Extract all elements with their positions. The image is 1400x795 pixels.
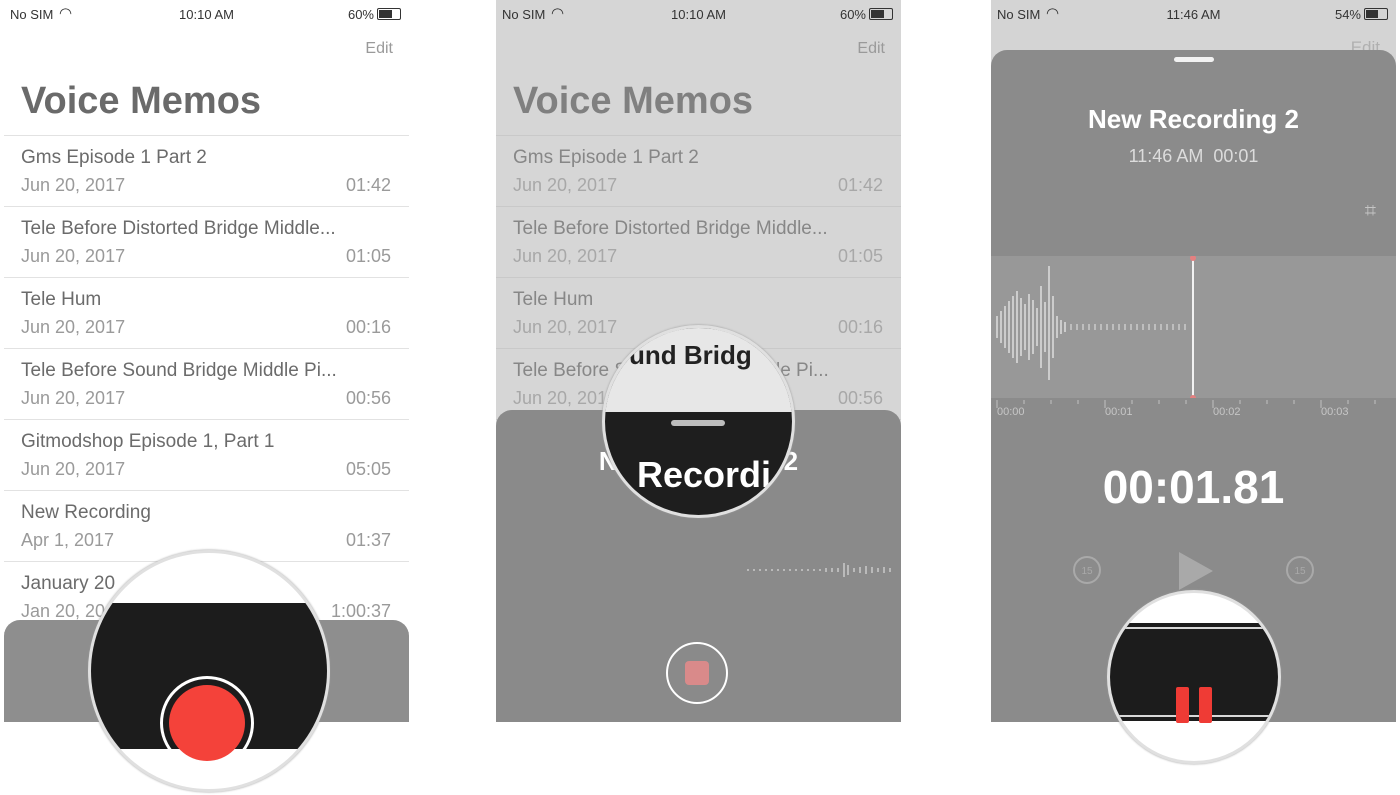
recording-duration: 01:37	[345, 530, 391, 550]
recording-date: Jun 20, 2017	[21, 246, 126, 266]
stop-icon	[685, 661, 709, 685]
playhead-top-handle	[1190, 255, 1196, 261]
recording-name: Gms Episode 1 Part 2	[21, 147, 207, 168]
recording-date: Jun 20, 2017	[21, 459, 126, 479]
magnified-list-text: und Bridg	[629, 340, 752, 370]
recording-duration: 00:56	[837, 388, 883, 408]
playhead-bottom-handle	[1190, 395, 1196, 401]
magnifier-band	[91, 603, 327, 770]
record-icon	[169, 685, 245, 761]
recording-duration: 05:05	[345, 459, 391, 479]
recording-elapsed: 00:01	[1213, 146, 1259, 166]
recording-duration: 00:16	[837, 317, 883, 337]
tick-label: 00:02	[1213, 406, 1241, 418]
recording-duration: 00:56	[345, 388, 391, 408]
waveform	[996, 255, 1196, 401]
magnifier-pause-button	[1107, 590, 1281, 764]
recording-timer: 00:01.81	[1102, 461, 1285, 513]
recording-date: Jun 20, 2017	[513, 246, 618, 266]
magnifier-recording-sheet: und Bridg Recordi 2	[602, 325, 795, 518]
recording-start-time: 11:46 AM	[1128, 146, 1204, 166]
recording-name: Tele Before Distorted Bridge Middle...	[21, 218, 336, 239]
page-title: Voice Memos	[21, 80, 262, 122]
recording-duration: 01:42	[345, 175, 391, 195]
live-waveform	[747, 563, 891, 577]
recording-duration: 01:05	[345, 246, 391, 266]
recording-name: Tele Before Distorted Bridge Middle...	[513, 218, 828, 239]
pause-button[interactable]	[1176, 687, 1212, 723]
battery-icon	[377, 8, 401, 20]
battery-percent: 60%	[839, 7, 866, 22]
edit-button[interactable]: Edit	[857, 40, 885, 58]
recording-date: Jun 20, 2017	[21, 175, 126, 195]
tick-label: 00:01	[1105, 406, 1133, 418]
magnifier-top: und Bridg	[605, 328, 792, 412]
recording-date: Jun 20, 2017	[21, 388, 126, 408]
list-item[interactable]: Gms Episode 1 Part 2 Jun 20, 2017 01:42	[496, 136, 901, 207]
battery-percent: 54%	[1334, 7, 1361, 22]
recording-duration: 1:00:37	[330, 601, 391, 621]
recording-subtitle: 11:46 AM 00:01	[991, 146, 1396, 167]
tick-label: 00:03	[1321, 406, 1349, 418]
magnified-recording-title: Recordi 2	[637, 454, 795, 495]
battery-icon	[869, 8, 893, 20]
magnifier-record-button	[88, 550, 330, 792]
list-item[interactable]: Tele Hum Jun 20, 2017 00:16	[4, 278, 409, 349]
magnifier-band	[1110, 623, 1278, 723]
list-item[interactable]: Tele Before Distorted Bridge Middle... Ju…	[496, 207, 901, 278]
recording-date: Jun 20, 2017	[513, 175, 618, 195]
recording-name: Tele Hum	[513, 289, 594, 310]
battery-indicator: 60%	[840, 7, 893, 22]
skip-back-label: 15	[1081, 566, 1093, 577]
pause-icon	[1176, 687, 1189, 723]
play-icon[interactable]	[1179, 552, 1213, 590]
recording-duration: 01:05	[837, 246, 883, 266]
recording-duration: 00:16	[345, 317, 391, 337]
skip-forward-15-icon[interactable]: 15	[1286, 556, 1314, 584]
skip-back-15-icon[interactable]: 15	[1073, 556, 1101, 584]
sheet-grabber[interactable]	[671, 420, 725, 426]
waveform-editor[interactable]	[991, 255, 1396, 401]
status-bar: No SIM ◠ 10:10 AM 60%	[496, 0, 901, 28]
status-bar: No SIM ◠ 11:46 AM 54%	[991, 0, 1396, 28]
list-item[interactable]: Gms Episode 1 Part 2 Jun 20, 2017 01:42	[4, 136, 409, 207]
edit-button[interactable]: Edit	[365, 40, 393, 58]
list-item[interactable]: Tele Before Sound Bridge Middle Pi... Jun…	[4, 349, 409, 420]
recording-duration: 01:42	[837, 175, 883, 195]
sheet-grabber[interactable]	[1173, 57, 1214, 62]
stop-button[interactable]	[666, 642, 728, 704]
list-item[interactable]: Gitmodshop Episode 1, Part 1 Jun 20, 2017…	[4, 420, 409, 491]
recording-date: Jun 20, 2017	[21, 317, 126, 337]
recording-name: Gitmodshop Episode 1, Part 1	[21, 431, 275, 452]
page-title: Voice Memos	[513, 80, 754, 122]
status-bar: No SIM ◠ 10:10 AM 60%	[4, 0, 409, 28]
recording-name: New Recording	[21, 502, 151, 523]
timeline-ruler: 00:00 00:01 00:02 00:03	[991, 400, 1396, 424]
pause-icon	[1199, 687, 1212, 723]
recording-date: Jun 20, 2017	[513, 317, 618, 337]
tick-label: 00:00	[997, 406, 1025, 418]
battery-icon	[1364, 8, 1388, 20]
battery-indicator: 60%	[348, 7, 401, 22]
battery-percent: 60%	[347, 7, 374, 22]
record-button[interactable]	[160, 676, 254, 770]
skip-forward-label: 15	[1294, 566, 1306, 577]
divider	[1110, 627, 1278, 629]
crop-icon[interactable]: ⌗	[1365, 200, 1376, 223]
list-item[interactable]: Tele Before Distorted Bridge Middle... Ju…	[4, 207, 409, 278]
recording-name: Gms Episode 1 Part 2	[513, 147, 699, 168]
recording-name: Tele Hum	[21, 289, 102, 310]
recording-date: Jun 20, 2017	[513, 388, 618, 408]
battery-indicator: 54%	[1335, 7, 1388, 22]
recording-name: Tele Before Sound Bridge Middle Pi...	[21, 360, 337, 381]
recording-date: Apr 1, 2017	[21, 530, 115, 550]
recording-title: New Recording 2	[1088, 104, 1299, 134]
